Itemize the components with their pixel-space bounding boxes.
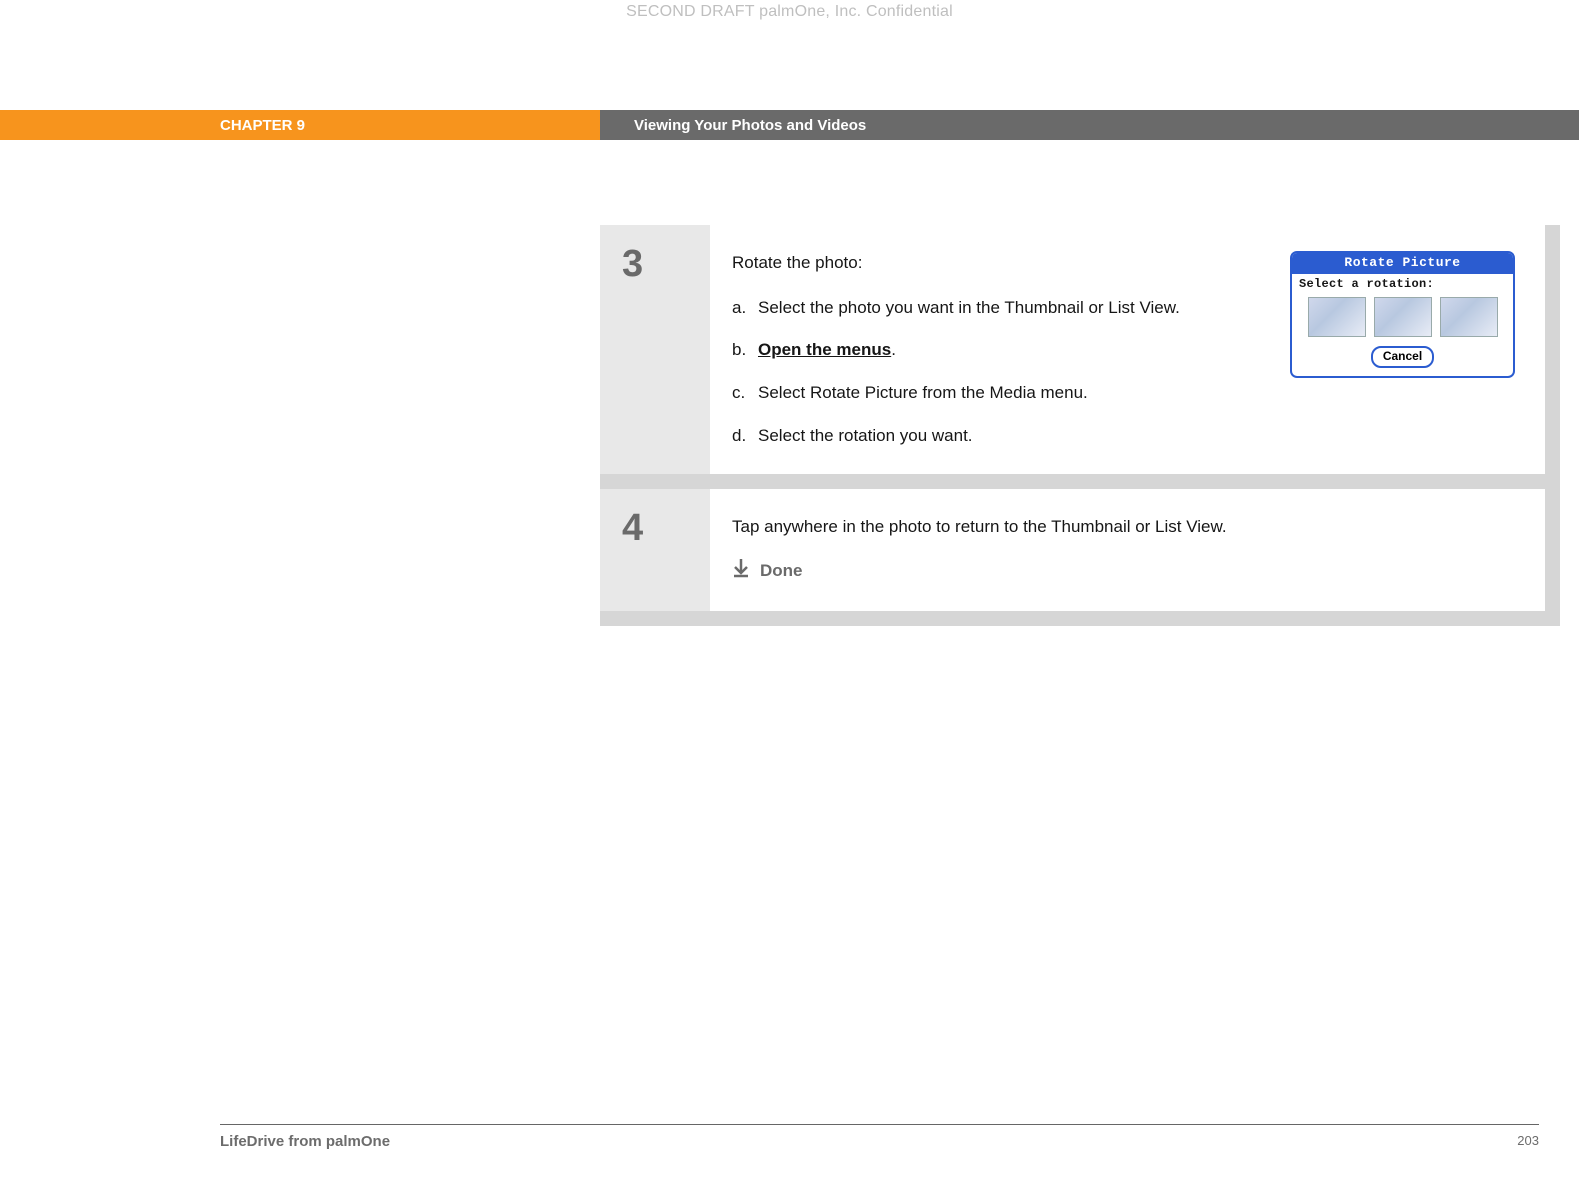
substep: a. Select the photo you want in the Thum…: [732, 296, 1250, 321]
footer-page-number: 203: [1517, 1133, 1539, 1150]
substep: b. Open the menus.: [732, 338, 1250, 363]
substep-text: Select Rotate Picture from the Media men…: [758, 381, 1250, 406]
substep-letter: a.: [732, 296, 758, 321]
dialog-button-row: Cancel: [1292, 343, 1513, 376]
substep-suffix: .: [891, 340, 896, 359]
rotation-option-thumbnail[interactable]: [1308, 297, 1366, 337]
step-text: Rotate the photo: a. Select the photo yo…: [732, 251, 1250, 448]
substep-text: Open the menus.: [758, 338, 1250, 363]
page-footer: LifeDrive from palmOne 203: [220, 1124, 1539, 1150]
step-number: 3: [600, 225, 710, 474]
step-row: 3 Rotate the photo: a. Select the photo …: [600, 225, 1545, 474]
rotation-option-thumbnail[interactable]: [1374, 297, 1432, 337]
step-row: 4 Tap anywhere in the photo to return to…: [600, 489, 1545, 611]
substep-letter: d.: [732, 424, 758, 449]
done-indicator: Done: [732, 558, 1515, 586]
rotation-option-thumbnail[interactable]: [1440, 297, 1498, 337]
step-number: 4: [600, 489, 710, 611]
footer-product: LifeDrive from palmOne: [220, 1133, 390, 1150]
step-body: Rotate the photo: a. Select the photo yo…: [710, 225, 1545, 474]
step-intro: Rotate the photo:: [732, 251, 1250, 276]
rotation-thumbnails: [1292, 297, 1513, 343]
rotate-picture-dialog: Rotate Picture Select a rotation: Cancel: [1290, 251, 1515, 378]
down-arrow-icon: [732, 558, 750, 586]
step-body: Tap anywhere in the photo to return to t…: [710, 489, 1545, 611]
steps-container: 3 Rotate the photo: a. Select the photo …: [600, 225, 1560, 626]
open-menus-link[interactable]: Open the menus: [758, 340, 891, 359]
chapter-label: CHAPTER 9: [0, 110, 600, 140]
substep-text: Select the rotation you want.: [758, 424, 1250, 449]
step-text: Tap anywhere in the photo to return to t…: [732, 515, 1515, 585]
watermark-text: SECOND DRAFT palmOne, Inc. Confidential: [0, 3, 1579, 21]
dialog-title: Rotate Picture: [1292, 253, 1513, 274]
dialog-label: Select a rotation:: [1292, 274, 1513, 297]
substep-letter: c.: [732, 381, 758, 406]
done-label: Done: [760, 559, 803, 584]
substep-letter: b.: [732, 338, 758, 363]
substep-text: Select the photo you want in the Thumbna…: [758, 296, 1250, 321]
chapter-title: Viewing Your Photos and Videos: [600, 110, 1579, 140]
step-intro: Tap anywhere in the photo to return to t…: [732, 515, 1515, 540]
substep: c. Select Rotate Picture from the Media …: [732, 381, 1250, 406]
chapter-header-bar: CHAPTER 9 Viewing Your Photos and Videos: [0, 110, 1579, 140]
substep: d. Select the rotation you want.: [732, 424, 1250, 449]
cancel-button[interactable]: Cancel: [1371, 346, 1434, 367]
